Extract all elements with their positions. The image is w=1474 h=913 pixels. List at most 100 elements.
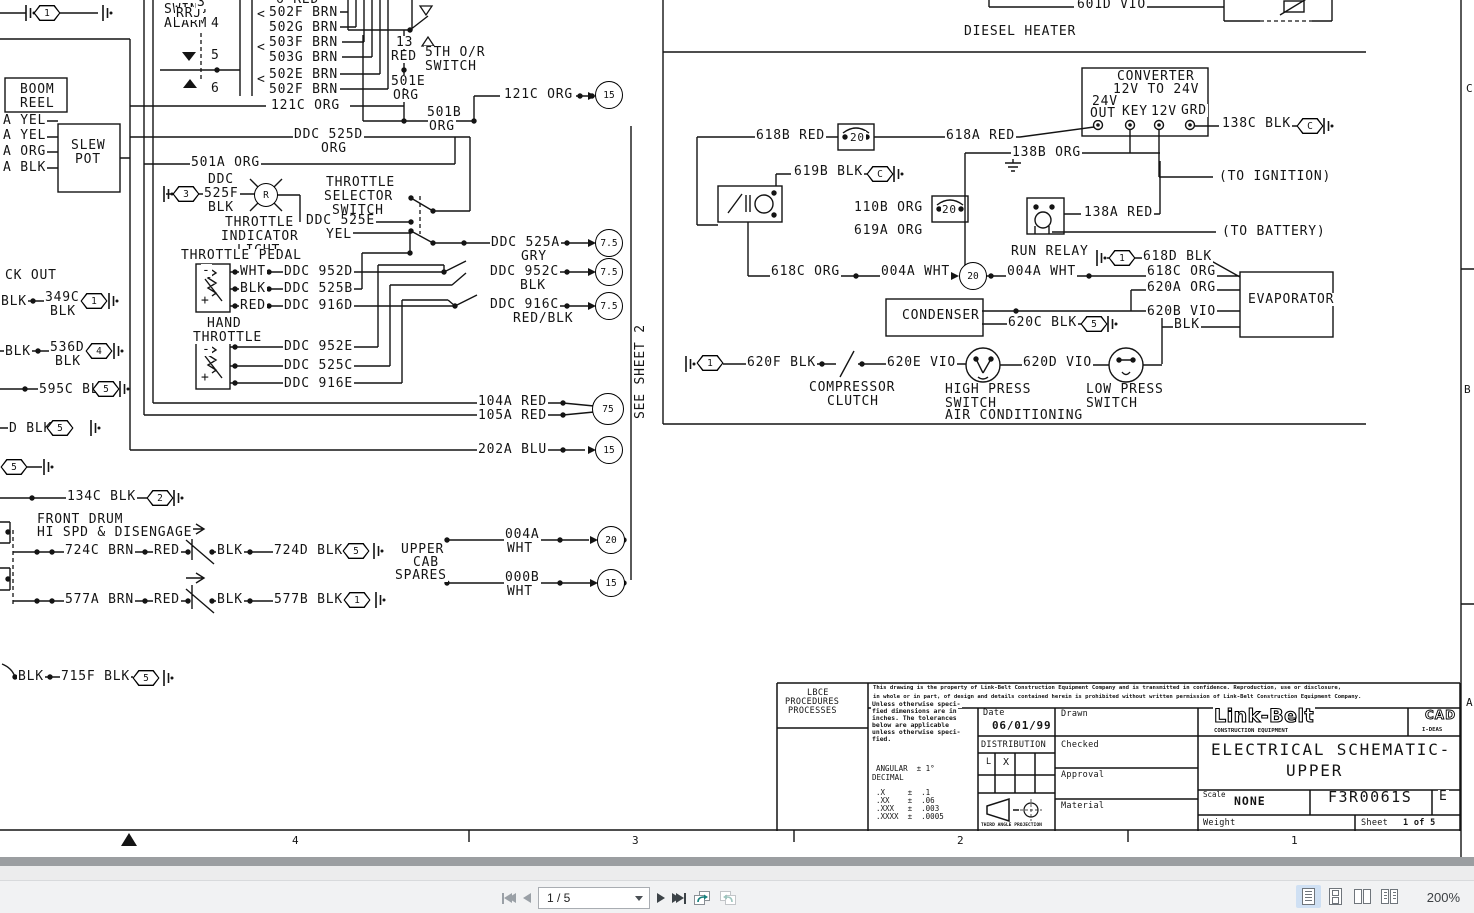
wire-label: REEL: [19, 97, 56, 110]
zoom-level-label: 200%: [1427, 890, 1460, 905]
wire-label: 121C ORG: [270, 99, 341, 112]
ref-hexagon: 2: [147, 490, 174, 506]
wire-label: WHT: [506, 542, 534, 555]
ref-hexagon: 4: [86, 343, 113, 359]
wire-label: ORG: [428, 120, 456, 133]
previous-page-icon: [523, 893, 531, 903]
wire-label: CK OUT: [4, 269, 58, 282]
wire-label: POT: [74, 153, 102, 166]
ref-hexagon: 5: [1081, 316, 1108, 332]
page-number-input[interactable]: 1 / 5: [538, 887, 650, 909]
wire-label: DDC 916D: [283, 299, 354, 312]
wire-label: 501B: [426, 106, 463, 119]
wire-label: BLK: [0, 295, 28, 308]
wire-label: GRD: [1180, 104, 1208, 117]
wire-label: 12V TO 24V: [1112, 83, 1200, 96]
status-bar: 1 / 5: [0, 880, 1474, 913]
last-page-button[interactable]: [672, 893, 686, 904]
wire-label: RED/BLK: [512, 312, 574, 325]
wire-label: F3R0061S: [1327, 791, 1413, 804]
wire-label: fied.: [871, 736, 892, 743]
wire-label: A: [1465, 696, 1474, 709]
pdf-viewer-window: SWINGALARMRRJ3456<<<6 RED502F BRN502G BR…: [0, 0, 1474, 913]
wire-label: SELECTOR: [323, 190, 394, 203]
wire-label: ORG: [320, 142, 348, 155]
wire-label: 620E VIO: [886, 356, 957, 369]
previous-page-button[interactable]: [523, 893, 531, 903]
ref-circle: 7.5: [595, 258, 623, 286]
wire-label: 13: [395, 36, 414, 49]
ref-hexagon: 5: [133, 670, 160, 686]
next-page-button[interactable]: [657, 893, 665, 903]
ref-hexagon: 1: [344, 592, 371, 608]
ref-hexagon-label: 5: [48, 421, 72, 434]
wire-label: 619B BLK: [793, 165, 864, 178]
wire-label: CAD: [1424, 709, 1457, 721]
wire-label: E: [1438, 790, 1449, 803]
ref-hexagon: 5: [1, 459, 28, 475]
ref-hexagon: 3: [173, 186, 200, 202]
wire-label: 3: [631, 834, 640, 847]
drawing-page: SWINGALARMRRJ3456<<<6 RED502F BRN502G BR…: [0, 0, 1474, 857]
previous-view-button[interactable]: [693, 890, 712, 907]
wire-label: HIGH PRESS: [944, 383, 1032, 396]
ref-hexagon: 1: [34, 5, 61, 21]
wire-label: 620F BLK: [746, 356, 817, 369]
wire-label: Material: [1060, 802, 1105, 811]
wire-label: KEY: [1121, 105, 1149, 118]
wire-label: 004A: [504, 528, 541, 541]
next-page-icon: [657, 893, 665, 903]
ref-hexagon-label: 5: [344, 544, 368, 557]
single-page-view-button[interactable]: [1296, 885, 1321, 908]
wire-label: 138C BLK: [1221, 117, 1292, 130]
horizontal-scrollbar[interactable]: [0, 866, 1474, 880]
wire-label: 2: [956, 834, 965, 847]
wire-label: 1: [1290, 834, 1299, 847]
wire-label: 536D: [49, 341, 86, 354]
wire-label: 138A RED: [1083, 206, 1154, 219]
wire-label: <: [256, 41, 267, 54]
wire-label: DDC 525C: [283, 359, 354, 372]
wire-label: 620C BLK: [1007, 316, 1078, 329]
wire-label: 724D BLK: [273, 544, 344, 557]
continuous-view-button[interactable]: [1323, 885, 1348, 908]
wire-label: ANGULAR ± 1°: [875, 765, 936, 773]
wire-label: 20: [849, 131, 866, 144]
wire-label: +: [200, 371, 211, 384]
ref-circle: 75: [592, 393, 624, 425]
page-dropdown-caret-icon[interactable]: [635, 896, 643, 901]
wire-label: D BLK: [8, 422, 53, 435]
wire-label: 501E: [390, 75, 427, 88]
wire-label: A BLK: [2, 161, 47, 174]
next-view-button[interactable]: [719, 890, 738, 907]
ref-hexagon-label: 1: [1110, 251, 1134, 264]
wire-label: DDC: [207, 173, 235, 186]
wire-label: DDC 952D: [283, 265, 354, 278]
facing-view-button[interactable]: [1350, 885, 1375, 908]
wire-label: AIR CONDITIONING: [944, 409, 1084, 422]
wire-label: 502E BRN: [268, 68, 339, 81]
continuous-facing-view-button[interactable]: [1377, 885, 1402, 908]
wire-label: RED: [153, 544, 181, 557]
wire-label: PROCESSES: [787, 707, 838, 716]
ref-hexagon: 1: [81, 293, 108, 309]
wire-label: 503G BRN: [268, 51, 339, 64]
wire-label: -: [201, 264, 212, 277]
wire-label: DDC 525B: [283, 282, 354, 295]
wire-label: 5TH O/R: [424, 46, 486, 59]
ref-hexagon-label: 2: [148, 491, 172, 504]
wire-label: BLK: [207, 201, 235, 214]
wire-label: DDC 952E: [283, 340, 354, 353]
page-layout-buttons: [1296, 885, 1402, 908]
wire-label: RED: [153, 593, 181, 606]
wire-label: 000B: [504, 571, 541, 584]
ref-circle: 20: [597, 526, 625, 554]
wire-label: (TO IGNITION): [1218, 170, 1332, 183]
wire-label: BLK: [239, 282, 267, 295]
first-page-button[interactable]: [502, 893, 516, 904]
wire-label: Scale: [1202, 791, 1227, 799]
wire-label: Drawn: [1060, 710, 1089, 719]
wire-label: B: [1463, 383, 1472, 396]
wire-label: Approval: [1060, 771, 1105, 780]
ref-hexagon: C: [1297, 118, 1324, 134]
